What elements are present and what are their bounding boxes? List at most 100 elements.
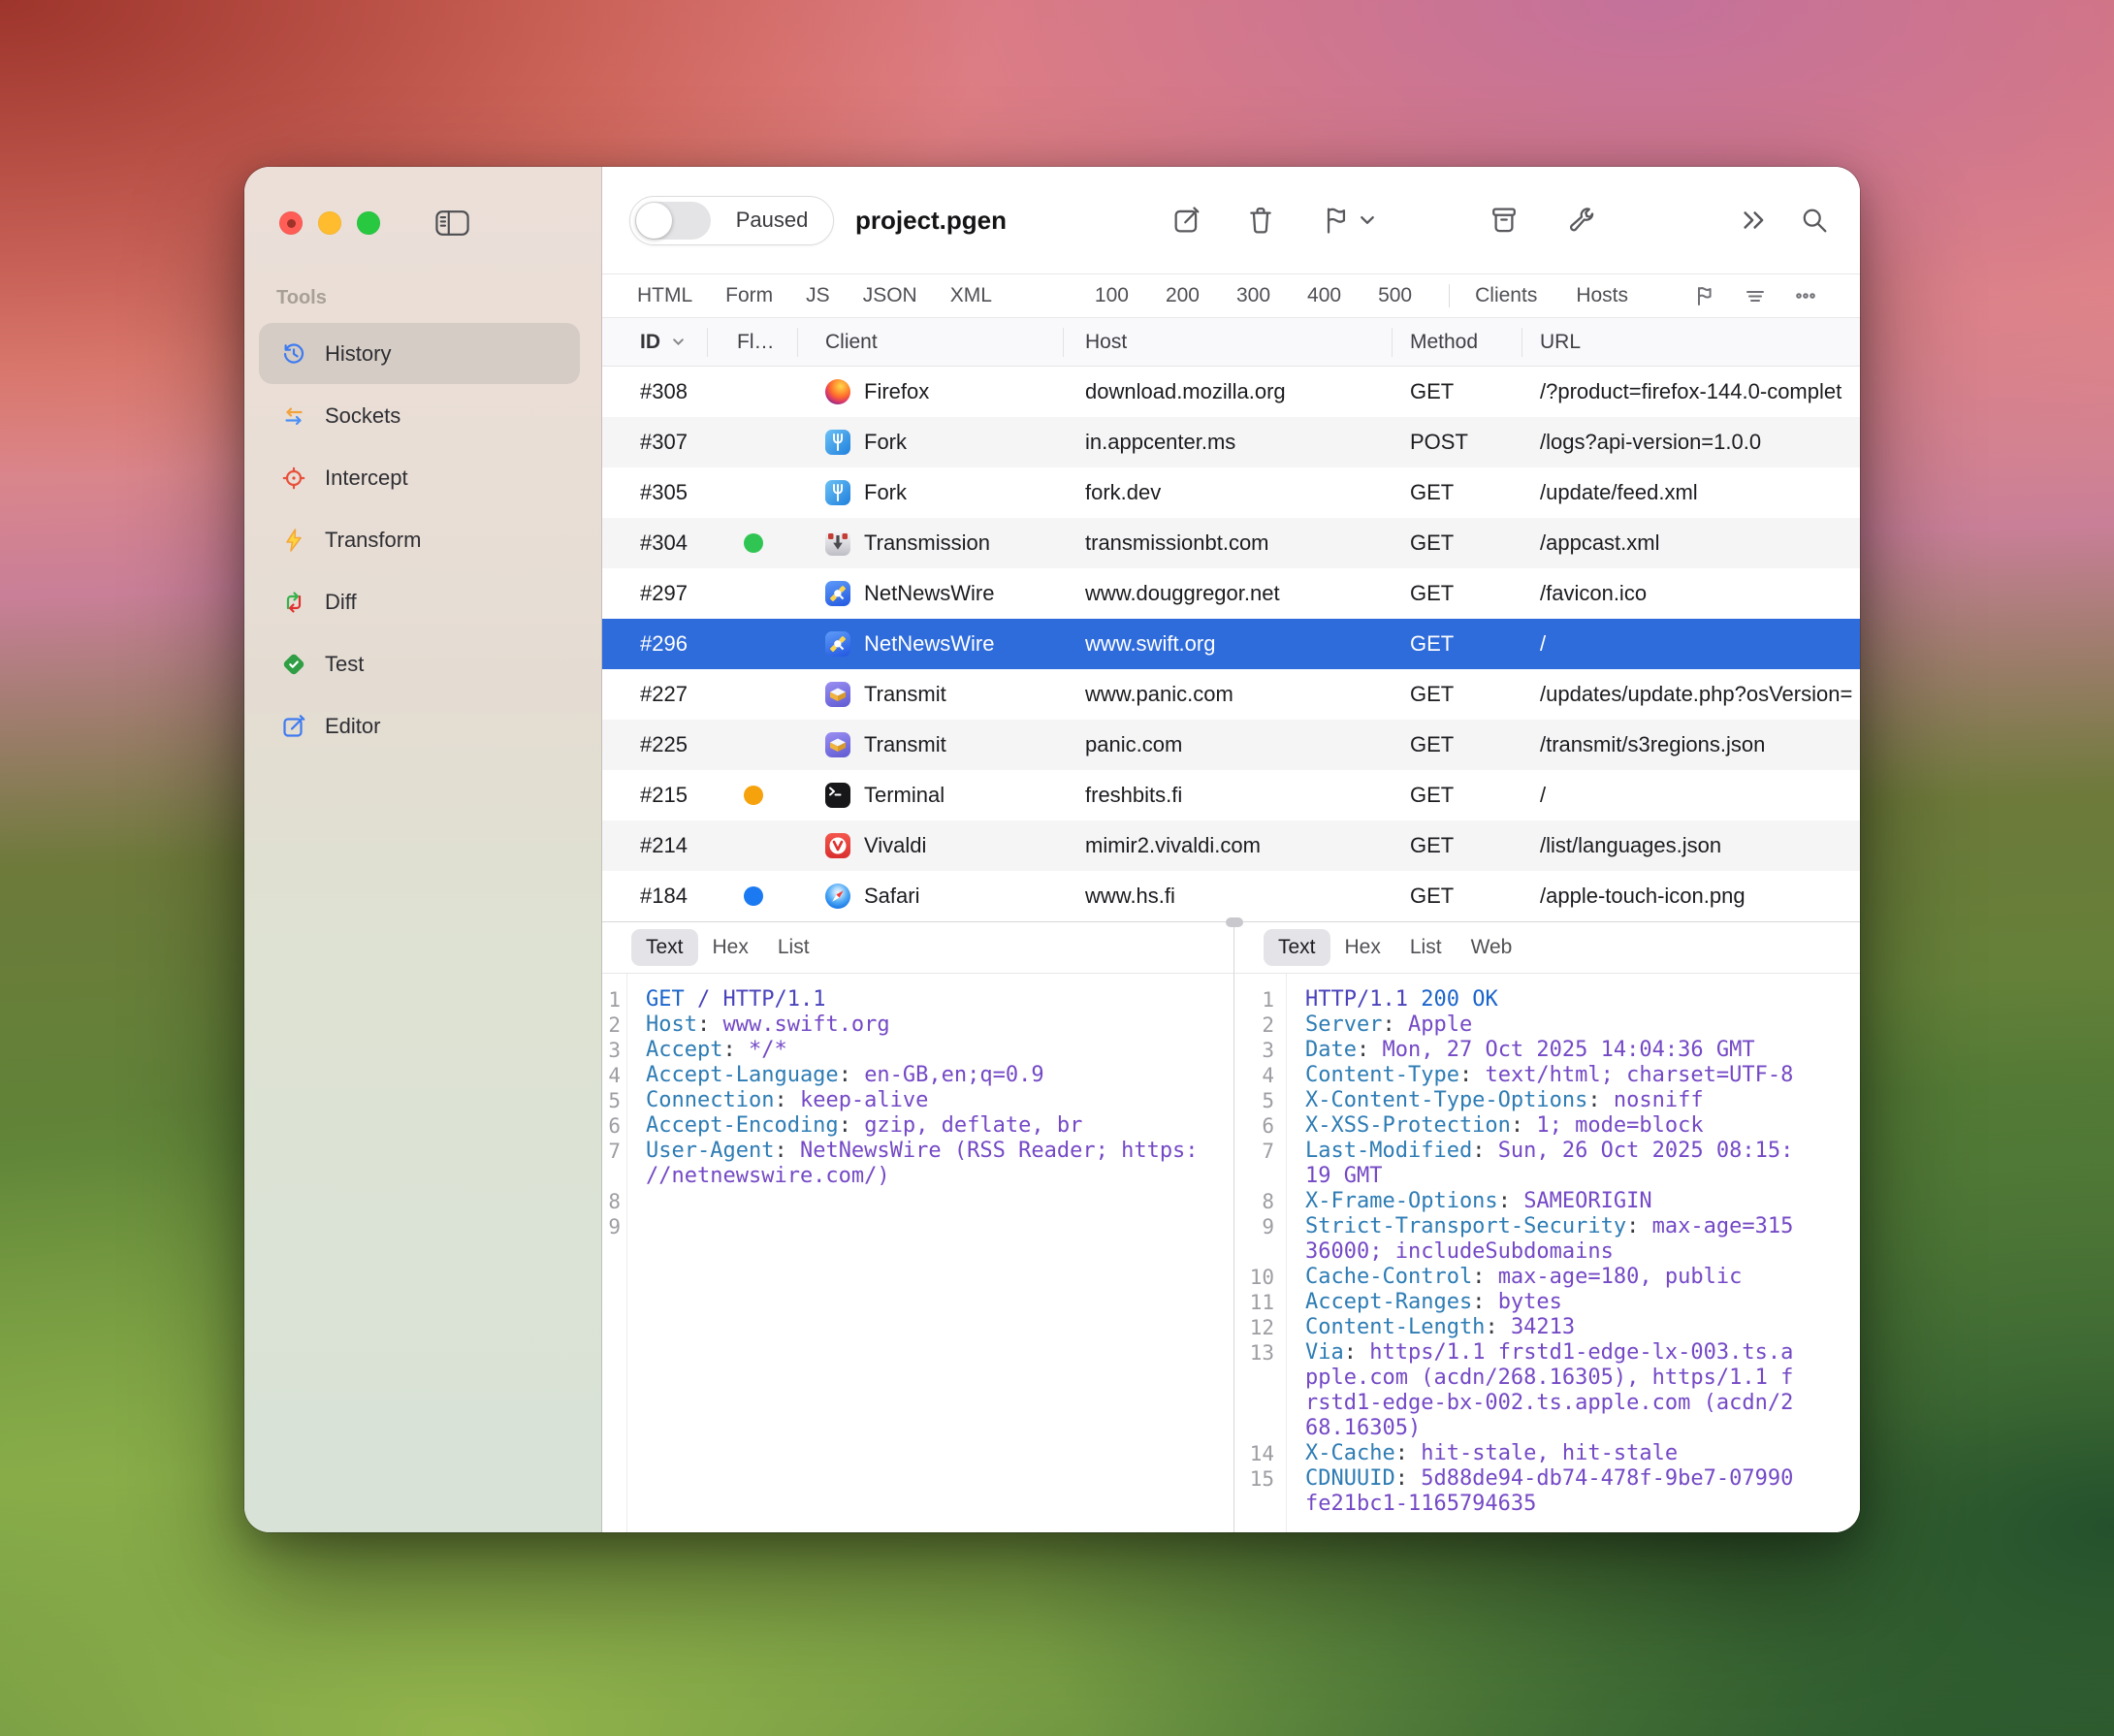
method-cell: GET	[1393, 581, 1522, 606]
line-number: 3	[1234, 1038, 1286, 1063]
line-number: 4	[602, 1063, 626, 1088]
table-row[interactable]: #304 Transmission transmissionbt.com GET…	[602, 518, 1860, 568]
intercept-icon	[279, 464, 308, 493]
flag-dot	[744, 533, 763, 553]
column-header-host[interactable]: Host	[1064, 328, 1393, 357]
sidebar-item-diff[interactable]: Diff	[259, 571, 580, 632]
column-header-flag[interactable]: Fl…	[708, 328, 798, 357]
code-text: //netnewswire.com/)	[626, 1164, 890, 1189]
sidebar-item-label: Sockets	[325, 403, 400, 429]
tab-list[interactable]: List	[1395, 929, 1457, 966]
trash-icon[interactable]	[1244, 204, 1277, 237]
filter-100[interactable]: 100	[1095, 284, 1129, 307]
compose-icon[interactable]	[1170, 204, 1203, 237]
line-number: 13	[1234, 1340, 1286, 1366]
sidebar-item-label: History	[325, 341, 391, 367]
url-cell: /updates/update.php?osVersion=	[1522, 682, 1860, 707]
close-button[interactable]	[279, 211, 303, 235]
tab-hex[interactable]: Hex	[698, 929, 763, 966]
paused-toggle[interactable]: Paused	[629, 196, 834, 245]
request-id: #296	[602, 631, 708, 657]
splitter-handle[interactable]	[1226, 917, 1243, 927]
table-row[interactable]: #297 NetNewsWire www.douggregor.net GET …	[602, 568, 1860, 619]
filter-html[interactable]: HTML	[637, 284, 692, 307]
tab-web[interactable]: Web	[1457, 929, 1527, 966]
search-icon[interactable]	[1798, 204, 1831, 237]
column-header-url[interactable]: URL	[1522, 328, 1860, 357]
code-line: 2 Host: www.swift.org	[602, 1013, 1233, 1038]
filter-form[interactable]: Form	[725, 284, 773, 307]
wrench-icon[interactable]	[1565, 204, 1598, 237]
filter-300[interactable]: 300	[1236, 284, 1270, 307]
column-header-client[interactable]: Client	[798, 328, 1064, 357]
flag-filter-icon[interactable]	[1692, 283, 1717, 308]
more-icon[interactable]	[1793, 283, 1818, 308]
code-line: 1 HTTP/1.1 200 OK	[1234, 987, 1860, 1013]
code-line: 8	[602, 1189, 1233, 1214]
tab-text[interactable]: Text	[1264, 929, 1330, 966]
url-cell: /	[1522, 783, 1860, 808]
tab-text[interactable]: Text	[631, 929, 698, 966]
filter-400[interactable]: 400	[1307, 284, 1341, 307]
code-text: Content-Length: 34213	[1286, 1315, 1575, 1340]
filter-clients[interactable]: Clients	[1475, 284, 1537, 307]
flag-menu-icon[interactable]	[1320, 204, 1375, 237]
zoom-button[interactable]	[357, 211, 380, 235]
filter-200[interactable]: 200	[1166, 284, 1200, 307]
filter-hosts[interactable]: Hosts	[1576, 284, 1628, 307]
client-name: Terminal	[864, 783, 945, 808]
overflow-chevrons-icon[interactable]	[1740, 208, 1769, 233]
sidebar-item-transform[interactable]: Transform	[259, 509, 580, 570]
minimize-button[interactable]	[318, 211, 341, 235]
table-row[interactable]: #307 Fork in.appcenter.ms POST /logs?api…	[602, 417, 1860, 467]
column-header-method[interactable]: Method	[1393, 328, 1522, 357]
filter-lines-icon[interactable]	[1743, 283, 1768, 308]
table-row[interactable]: #305 Fork fork.dev GET /update/feed.xml	[602, 467, 1860, 518]
filter-json[interactable]: JSON	[863, 284, 917, 307]
sidebar-toggle-icon[interactable]	[434, 209, 470, 238]
filter-xml[interactable]: XML	[950, 284, 992, 307]
tab-hex[interactable]: Hex	[1330, 929, 1395, 966]
sidebar-item-sockets[interactable]: Sockets	[259, 385, 580, 446]
archive-icon[interactable]	[1488, 204, 1521, 237]
code-text: Accept: */*	[626, 1038, 787, 1063]
request-id: #227	[602, 682, 708, 707]
code-line: 3 Date: Mon, 27 Oct 2025 14:04:36 GMT	[1234, 1038, 1860, 1063]
safari-app-icon	[825, 884, 850, 909]
column-header-id[interactable]: ID	[602, 328, 708, 357]
client-name: NetNewsWire	[864, 581, 994, 606]
sidebar-item-editor[interactable]: Editor	[259, 695, 580, 756]
line-number: 6	[602, 1113, 626, 1139]
tab-list[interactable]: List	[763, 929, 824, 966]
line-number: 8	[602, 1189, 626, 1214]
filter-js[interactable]: JS	[806, 284, 830, 307]
traffic-lights	[279, 211, 380, 235]
line-number: 12	[1234, 1315, 1286, 1340]
host-cell: mimir2.vivaldi.com	[1064, 833, 1393, 858]
request-id: #225	[602, 732, 708, 757]
document-title: project.pgen	[855, 206, 1007, 236]
line-number: 9	[1234, 1214, 1286, 1239]
table-row[interactable]: #227 Transmit www.panic.com GET /updates…	[602, 669, 1860, 720]
toggle-track	[635, 202, 711, 240]
sidebar-item-test[interactable]: Test	[259, 633, 580, 694]
table-row[interactable]: #214 Vivaldi mimir2.vivaldi.com GET /lis…	[602, 820, 1860, 871]
filter-500[interactable]: 500	[1378, 284, 1412, 307]
line-number	[1234, 1492, 1286, 1517]
line-number: 7	[602, 1139, 626, 1164]
code-line: 1 GET / HTTP/1.1	[602, 987, 1233, 1013]
table-row[interactable]: #184 Safari www.hs.fi GET /apple-touch-i…	[602, 871, 1860, 921]
fork-app-icon	[825, 430, 850, 455]
table-row[interactable]: #225 Transmit panic.com GET /transmit/s3…	[602, 720, 1860, 770]
firefox-app-icon	[825, 379, 850, 404]
client-name: Safari	[864, 884, 919, 909]
code-text: X-Cache: hit-stale, hit-stale	[1286, 1441, 1678, 1466]
line-number: 7	[1234, 1139, 1286, 1164]
table-row[interactable]: #296 NetNewsWire www.swift.org GET /	[602, 619, 1860, 669]
code-line: 9	[602, 1214, 1233, 1239]
table-row[interactable]: #215 Terminal freshbits.fi GET /	[602, 770, 1860, 820]
sidebar-item-history[interactable]: History	[259, 323, 580, 384]
sidebar-titlebar	[244, 167, 601, 246]
sidebar-item-intercept[interactable]: Intercept	[259, 447, 580, 508]
table-row[interactable]: #308 Firefox download.mozilla.org GET /?…	[602, 367, 1860, 417]
